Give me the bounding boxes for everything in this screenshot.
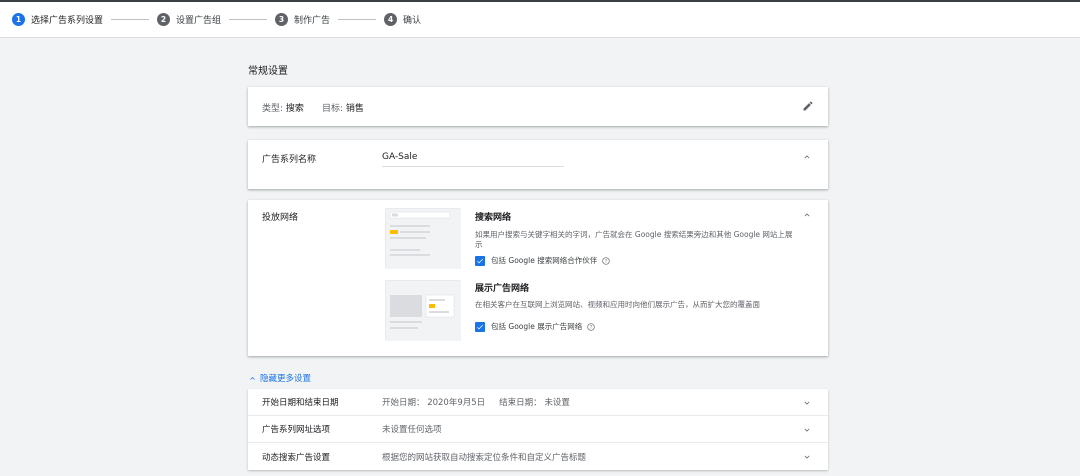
step-number: 4 xyxy=(384,13,398,26)
stepper: 1 选择广告系列设置 2 设置广告组 3 制作广告 4 确认 xyxy=(0,2,1080,38)
step-3[interactable]: 3 制作广告 xyxy=(275,13,330,26)
goal-value: 销售 xyxy=(345,104,364,114)
chevron-down-icon[interactable] xyxy=(802,425,812,435)
setting-value: 未设置任何选项 xyxy=(382,423,442,435)
setting-label: 广告系列网址选项 xyxy=(262,425,331,435)
step-connector xyxy=(111,19,150,20)
dsa-settings-value: 根据您的网站获取自动搜索定位条件和自定义广告标题 xyxy=(382,452,587,463)
help-icon[interactable]: ? xyxy=(602,256,610,265)
goal-label: 目标: xyxy=(321,104,343,114)
campaign-name-card: 广告系列名称 GA-Sale xyxy=(248,140,828,189)
campaign-name-label: 广告系列名称 xyxy=(262,155,317,165)
step-1[interactable]: 1 选择广告系列设置 xyxy=(12,13,103,26)
hide-more-settings-toggle[interactable]: 隐藏更多设置 xyxy=(248,372,311,384)
chevron-up-icon[interactable] xyxy=(802,152,812,162)
search-network-desc: 如果用户搜索与关键字相关的字词，广告就会在 Google 搜索结果旁边和其他 G… xyxy=(475,230,793,249)
step-number: 3 xyxy=(275,13,289,26)
step-connector xyxy=(229,19,268,20)
campaign-type-card[interactable]: 类型: 搜索 目标: 销售 xyxy=(248,87,828,126)
step-4[interactable]: 4 确认 xyxy=(384,13,421,26)
check-icon xyxy=(477,324,483,329)
edit-icon[interactable] xyxy=(802,100,814,112)
step-connector xyxy=(338,19,377,20)
step-label: 设置广告组 xyxy=(176,16,222,26)
type-goal-row: 类型: 搜索 目标: 销售 xyxy=(262,101,364,114)
step-label: 选择广告系列设置 xyxy=(31,16,104,26)
more-settings-list: 开始日期和结束日期 开始日期： 2020年9月5日 结束日期： 未设置 广告系列… xyxy=(248,389,828,470)
goal-summary: 目标: 销售 xyxy=(322,101,364,114)
type-label: 类型: xyxy=(262,104,284,114)
campaign-name-input[interactable]: GA-Sale xyxy=(382,152,564,167)
display-network-label: 包括 Google 展示广告网络 xyxy=(491,322,583,331)
step-number: 1 xyxy=(12,13,25,26)
hide-more-settings-label: 隐藏更多设置 xyxy=(260,374,312,384)
end-date-value: 结束日期： 未设置 xyxy=(499,398,570,408)
list-item[interactable]: 开始日期和结束日期 开始日期： 2020年9月5日 结束日期： 未设置 xyxy=(248,389,828,416)
display-network-desc: 在相关客户在互联网上浏览网站、视频和应用时向他们展示广告，从而扩大您的覆盖面 xyxy=(475,300,760,309)
help-icon[interactable]: ? xyxy=(587,322,595,331)
setting-value: 开始日期： 2020年9月5日 结束日期： 未设置 xyxy=(382,396,570,408)
check-icon xyxy=(477,258,483,263)
step-label: 制作广告 xyxy=(294,16,331,26)
setting-label: 开始日期和结束日期 xyxy=(262,398,339,408)
step-label: 确认 xyxy=(403,16,422,26)
display-network-illustration xyxy=(385,280,461,341)
search-partners-checkbox[interactable] xyxy=(475,255,485,266)
display-network-option[interactable]: 包括 Google 展示广告网络 ? xyxy=(475,321,595,332)
display-network-checkbox[interactable] xyxy=(475,321,485,332)
display-network-title: 展示广告网络 xyxy=(475,284,530,294)
step-2[interactable]: 2 设置广告组 xyxy=(157,13,221,26)
search-partners-option[interactable]: 包括 Google 搜索网络合作伙伴 ? xyxy=(475,255,610,266)
chevron-up-icon xyxy=(250,376,255,380)
chevron-down-icon[interactable] xyxy=(802,398,812,408)
setting-value: 根据您的网站获取自动搜索定位条件和自定义广告标题 xyxy=(382,451,586,463)
chevron-up-icon[interactable] xyxy=(802,210,812,220)
setting-label: 动态搜索广告设置 xyxy=(262,452,331,463)
section-title: 常规设置 xyxy=(248,66,288,77)
list-item[interactable]: 动态搜索广告设置 根据您的网站获取自动搜索定位条件和自定义广告标题 xyxy=(248,443,828,470)
start-date-value: 开始日期： 2020年9月5日 xyxy=(382,398,486,408)
type-value: 搜索 xyxy=(285,104,304,114)
url-options-value: 未设置任何选项 xyxy=(382,425,442,435)
step-number: 2 xyxy=(157,13,171,26)
search-partners-label: 包括 Google 搜索网络合作伙伴 xyxy=(491,256,598,265)
network-label: 投放网络 xyxy=(262,213,299,223)
type-summary: 类型: 搜索 xyxy=(262,101,304,114)
network-card: 投放网络 搜索网络 如果用户搜索与关键字相关的字词，广告就会在 Google 搜… xyxy=(248,200,828,356)
list-item[interactable]: 广告系列网址选项 未设置任何选项 xyxy=(248,416,828,443)
chevron-down-icon[interactable] xyxy=(802,452,812,462)
search-network-title: 搜索网络 xyxy=(475,213,512,223)
search-network-illustration xyxy=(385,208,461,269)
